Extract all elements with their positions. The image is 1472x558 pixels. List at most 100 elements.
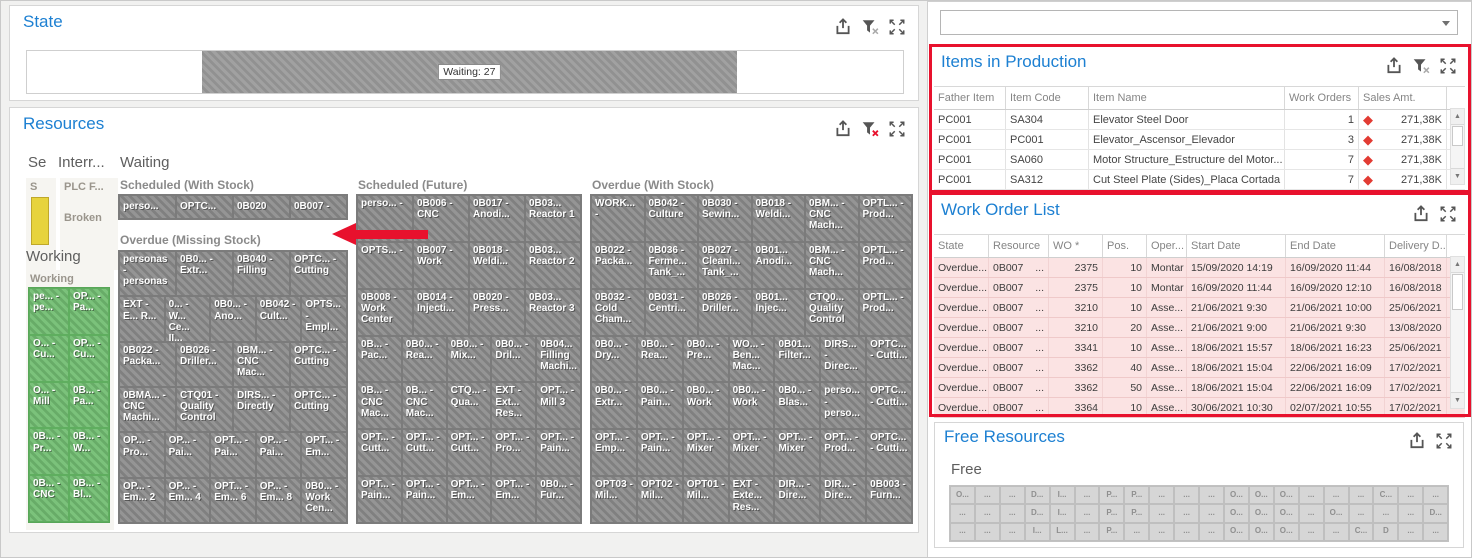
resource-tile[interactable]: O... [1248,486,1274,505]
resource-tile[interactable]: personas - personas [119,251,176,297]
resource-tile[interactable]: O... [1273,504,1299,523]
resource-tile[interactable]: 0B014 - Injecti... [413,288,469,336]
resource-tile[interactable]: ... [1149,522,1175,541]
resource-tile[interactable]: 0B0... - Extr... [591,382,637,430]
resource-tile[interactable]: 0B... - CNC Mac... [357,382,402,430]
resource-tile[interactable]: ... [1348,504,1374,523]
resource-tile[interactable]: 0B... - CNC [29,475,69,522]
resource-tile[interactable]: EXT - Ext... Res... [491,382,537,430]
resource-tile[interactable]: ... [1398,504,1424,523]
work-order-row[interactable]: Overdue... 0B007... 3210 20 Asse... 21/06/202… [934,318,1465,338]
work-order-row[interactable]: Overdue... 0B007... 3362 50 Asse... 18/06/202… [934,378,1465,398]
resource-tile[interactable]: OPT... - Mixer [728,429,775,477]
resource-tile[interactable]: ... [1074,486,1100,505]
export-icon[interactable] [1412,205,1430,223]
resource-tile[interactable]: 0B007 - [290,195,347,219]
export-icon[interactable] [834,120,852,138]
resource-tile[interactable]: ... [999,522,1025,541]
resource-tile[interactable]: OPT... - Pain... [401,476,447,524]
resource-tile[interactable]: ... [1149,486,1175,505]
clear-filter-active-icon[interactable] [861,120,879,138]
scroll-down-button[interactable]: ▼ [1451,392,1464,408]
resource-tile[interactable]: O... - Mill [29,381,69,429]
filter-dropdown[interactable] [940,10,1458,35]
export-icon[interactable] [1385,57,1403,75]
resource-tile[interactable]: 0B008 - Work Center [357,288,413,336]
resource-tile[interactable]: WORK... - [591,195,645,242]
scroll-thumb[interactable] [1452,274,1463,310]
resource-tile[interactable]: perso... [119,195,176,219]
resource-tile[interactable]: O... [1248,522,1274,541]
resource-tile[interactable]: D... [1423,504,1449,523]
work-order-row[interactable]: Overdue... 0B007... 2375 10 Montar 15/09/2020… [934,258,1465,278]
resource-tile[interactable]: OPTC... - Cutti... [866,429,913,477]
items-table-row[interactable]: PC001 SA060 Motor Structure_Estructure del… [934,150,1465,170]
column-header[interactable]: State [934,235,989,257]
resource-tile[interactable]: OPT... - Pain... [536,429,581,477]
resource-tile[interactable]: OP... - Pa... [69,288,109,335]
resource-tile[interactable]: ... [1174,522,1200,541]
resource-tile[interactable]: 0B006 - CNC [413,195,469,242]
resource-tile[interactable]: ... [974,504,1000,523]
resource-tile[interactable]: D... [1024,504,1050,523]
resource-tile[interactable]: 0B0... - Dry... [591,335,637,383]
export-icon[interactable] [834,18,852,36]
resource-tile[interactable]: O... [1223,504,1249,523]
filter-dropdown-input[interactable] [941,11,1457,34]
column-header[interactable]: Start Date [1187,235,1286,257]
resource-tile[interactable]: OPT... - Em... [491,476,537,524]
resource-tile[interactable]: P... [1124,504,1150,523]
resource-tile[interactable]: P... [1099,522,1125,541]
resource-tile[interactable]: OP... - Em... 2 [119,477,165,523]
resource-tile[interactable]: 0B026 - Driller... [698,288,752,336]
resource-tile[interactable]: 0B01... Filter... [774,335,821,383]
resource-tile[interactable]: OPT... - Pai... [210,432,256,478]
resource-tile[interactable]: ... [1199,504,1224,523]
resource-tile[interactable]: OPT03 - Mil... [591,476,637,524]
resource-tile[interactable]: perso... - perso... [820,382,867,430]
clear-filter-icon[interactable] [861,18,879,36]
resource-tile[interactable]: OPT... - Mixer [682,429,729,477]
resource-tile[interactable]: EXT - E... R... [119,296,165,342]
resource-tile[interactable]: CTQ01 - Quality Control [176,386,233,433]
resource-tile[interactable]: ... [1323,522,1349,541]
resource-tile[interactable]: ... [1124,522,1150,541]
items-table-row[interactable]: PC001 PC001 Elevator_Ascensor_Elevador 3 ◆ 27… [934,130,1465,150]
resource-tile[interactable]: CTQ... - Qua... [446,382,492,430]
resource-tile[interactable]: 0B020 [233,195,290,219]
resource-tile[interactable]: 0B031 - Centri... [644,288,698,336]
resource-tile[interactable]: ... [1398,522,1424,541]
setup-resource-tile[interactable] [31,197,49,245]
work-order-row[interactable]: Overdue... 0B007... 3362 40 Asse... 18/06/202… [934,358,1465,378]
resource-tile[interactable]: OP... - Pro... [119,432,165,478]
resource-tile[interactable]: 0B03... Reactor 2 [525,241,581,289]
resource-tile[interactable]: OP... - Cu... [69,334,109,382]
resource-tile[interactable]: P... [1099,486,1125,505]
resource-tile[interactable]: DIR... - Dire... [820,476,867,524]
resource-tile[interactable]: OPT... - Em... [301,432,347,478]
resource-tile[interactable]: OPTC... - Cutti... [866,335,913,383]
resource-tile[interactable]: WO... - Ben... Mac... [728,335,775,383]
resource-tile[interactable]: 0B020 - Press... [469,288,525,336]
column-header[interactable]: Item Name [1089,87,1285,109]
resource-tile[interactable]: OPTS... - [357,241,413,289]
resource-tile[interactable]: ... [1074,504,1100,523]
resource-tile[interactable]: OPT... - Pain... [357,476,402,524]
resource-tile[interactable]: ... [950,504,975,523]
resource-tile[interactable]: 0BM... - CNC Mach... [805,241,859,289]
column-header[interactable]: Oper... [1147,235,1187,257]
resource-tile[interactable]: perso... - [357,195,413,242]
resource-tile[interactable]: 0B0... - Ano... [210,296,256,342]
column-header[interactable]: Father Item [934,87,1006,109]
resource-tile[interactable]: 0B022 - Packa... [119,341,176,387]
resource-tile[interactable]: O... [1273,522,1299,541]
resource-tile[interactable]: 0B... - Pr... [29,428,69,476]
resource-tile[interactable]: OPTL... - Prod... [858,195,912,242]
resource-tile[interactable]: ... [999,504,1025,523]
resource-tile[interactable]: OPT... - Cutt... [401,429,447,477]
resource-tile[interactable]: P... [1124,486,1150,505]
resource-tile[interactable]: 0B0... - Dril... [491,335,537,383]
resource-tile[interactable]: I... [1049,486,1075,505]
resource-tile[interactable]: I... [1024,522,1050,541]
resource-tile[interactable]: OP... - Em... 4 [164,477,211,523]
